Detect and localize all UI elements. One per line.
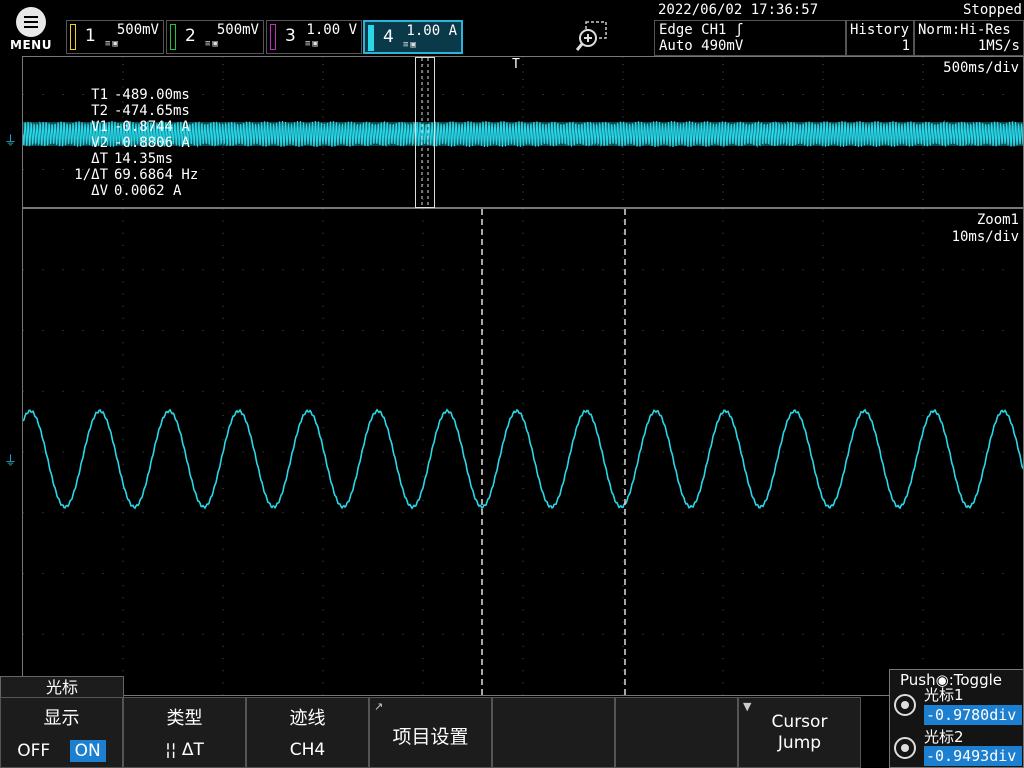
trigger-settings[interactable]: Edge CH1 ʃ Auto 490mV	[654, 20, 846, 56]
zoom-window-marker[interactable]	[415, 57, 435, 208]
cursor-readout-row: ΔV 0.0062 A	[66, 183, 198, 199]
channel-color-strip	[368, 25, 374, 51]
cursor2-value: -0.9493div	[924, 746, 1022, 766]
cursor-readout-row: ΔT 14.35ms	[66, 151, 198, 167]
readout-key: 1/ΔT	[74, 167, 108, 183]
readout-key: T1	[91, 87, 108, 103]
cursor-readout-row: V2 -0.8806 A	[66, 135, 198, 151]
coupling-icon: ≡▣	[403, 40, 418, 50]
trigger-position-marker: T	[512, 57, 520, 72]
cursor-menu-tab: 光标	[0, 676, 124, 698]
blank-softkey-2[interactable]	[615, 697, 738, 768]
readout-key: ΔV	[91, 183, 108, 199]
readout-value: -489.00ms	[114, 87, 190, 103]
readout-key: ΔT	[91, 151, 108, 167]
menu-icon	[16, 7, 46, 37]
acquisition-settings[interactable]: Norm:Hi-Res 1MS/s	[914, 20, 1024, 56]
item-settings-softkey[interactable]: ↗ 项目设置	[369, 697, 492, 768]
zoom-label: Zoom1	[976, 212, 1019, 228]
cursor-readout-row: 1/ΔT 69.6864 Hz	[66, 167, 198, 183]
cursor1-label: 光标1	[924, 686, 964, 704]
channel-number: 4	[383, 27, 394, 47]
item-settings-title: 项目设置	[392, 726, 469, 748]
coupling-icon: ≡▣	[205, 39, 220, 49]
history-settings[interactable]: History 1	[846, 20, 914, 56]
cursor-readout-row: V1 -0.8744 A	[66, 119, 198, 135]
type-softkey[interactable]: 类型 ¦¦ ΔT	[123, 697, 246, 768]
readout-value: 14.35ms	[114, 151, 174, 167]
display-title: 显示	[43, 708, 80, 729]
trace-softkey[interactable]: 迹线 CH4	[246, 697, 369, 768]
type-value: ¦¦ ΔT	[165, 740, 204, 760]
cursor-knob-panel[interactable]: Push◉:Toggle 光标1 -0.9780div 光标2 -0.9493d…	[889, 669, 1024, 768]
channel-4-box[interactable]: 4 1.00 A ≡▣	[363, 20, 463, 54]
readout-value: -0.8806 A	[114, 135, 190, 151]
readout-value: 69.6864 Hz	[114, 167, 199, 183]
zoom-waveform-svg	[23, 209, 1023, 695]
popup-icon: ↗	[374, 700, 384, 713]
cursor-readout-row: T1 -489.00ms	[66, 87, 198, 103]
type-title: 类型	[166, 708, 203, 729]
cursor-readout: T1 -489.00ms T2 -474.65ms V1 -0.8744 A V2 -0.88…	[66, 87, 198, 199]
channel-number: 1	[85, 26, 96, 46]
ch4-waveform-zoom	[23, 408, 1023, 510]
history-label: History	[850, 22, 910, 38]
channel-color-strip	[170, 24, 176, 50]
sample-rate: 1MS/s	[977, 38, 1020, 54]
history-count: 1	[901, 38, 910, 54]
channel-1-box[interactable]: 1 500mV ≡▣	[66, 20, 164, 54]
menu-button[interactable]: MENU	[0, 0, 62, 56]
cursor-jump-softkey[interactable]: ▼ Cursor Jump	[738, 697, 861, 768]
channel-color-strip	[270, 24, 276, 50]
ground-marker-main[interactable]: ⏚	[4, 130, 17, 149]
trigger-type: Edge CH1 ʃ	[659, 22, 744, 38]
zoom-timebase: 10ms/div	[951, 229, 1019, 245]
datetime: 2022/06/02 17:36:57	[658, 2, 819, 18]
display-softkey[interactable]: 显示 OFF ON	[0, 697, 123, 768]
readout-value: -0.8744 A	[114, 119, 190, 135]
readout-value: 0.0062 A	[114, 183, 182, 199]
knob-icon[interactable]	[894, 694, 916, 716]
blank-softkey-1[interactable]	[492, 697, 615, 768]
cursor-jump-line1: Cursor	[771, 712, 828, 732]
cursor1-value: -0.9780div	[924, 705, 1022, 725]
menu-label: MENU	[10, 38, 52, 52]
channel-scale: 500mV	[116, 22, 159, 38]
readout-key: V2	[91, 135, 108, 151]
cursor-jump-line2: Jump	[777, 733, 822, 753]
channel-3-box[interactable]: 3 1.00 V ≡▣	[266, 20, 362, 54]
channel-number: 3	[285, 26, 296, 46]
dropdown-triangle-icon: ▼	[743, 700, 752, 713]
acquisition-status: Stopped	[962, 2, 1022, 18]
display-off: OFF	[17, 741, 51, 761]
zoom-icon[interactable]	[576, 20, 608, 52]
graticule	[23, 209, 1004, 695]
cursor-readout-row: T2 -474.65ms	[66, 103, 198, 119]
channel-2-box[interactable]: 2 500mV ≡▣	[166, 20, 264, 54]
readout-value: -474.65ms	[114, 103, 190, 119]
display-on: ON	[69, 740, 106, 762]
zoom-waveform-area[interactable]: Zoom1 10ms/div	[22, 208, 1024, 696]
channel-scale: 1.00 V	[306, 22, 357, 38]
readout-key: T2	[91, 103, 108, 119]
trace-title: 迹线	[289, 708, 326, 729]
knob-icon[interactable]	[894, 737, 916, 759]
cursor2-label: 光标2	[924, 728, 964, 746]
trace-value: CH4	[289, 740, 326, 760]
readout-key: V1	[91, 119, 108, 135]
channel-number: 2	[185, 26, 196, 46]
main-timebase: 500ms/div	[943, 60, 1019, 76]
coupling-icon: ≡▣	[305, 39, 320, 49]
ground-marker-zoom[interactable]: ⏚	[4, 450, 17, 469]
channel-color-strip	[70, 24, 76, 50]
acquisition-mode: Norm:Hi-Res	[918, 22, 1011, 38]
coupling-icon: ≡▣	[105, 39, 120, 49]
channel-scale: 1.00 A	[406, 23, 457, 39]
trigger-level: Auto 490mV	[659, 38, 744, 54]
channel-scale: 500mV	[216, 22, 259, 38]
